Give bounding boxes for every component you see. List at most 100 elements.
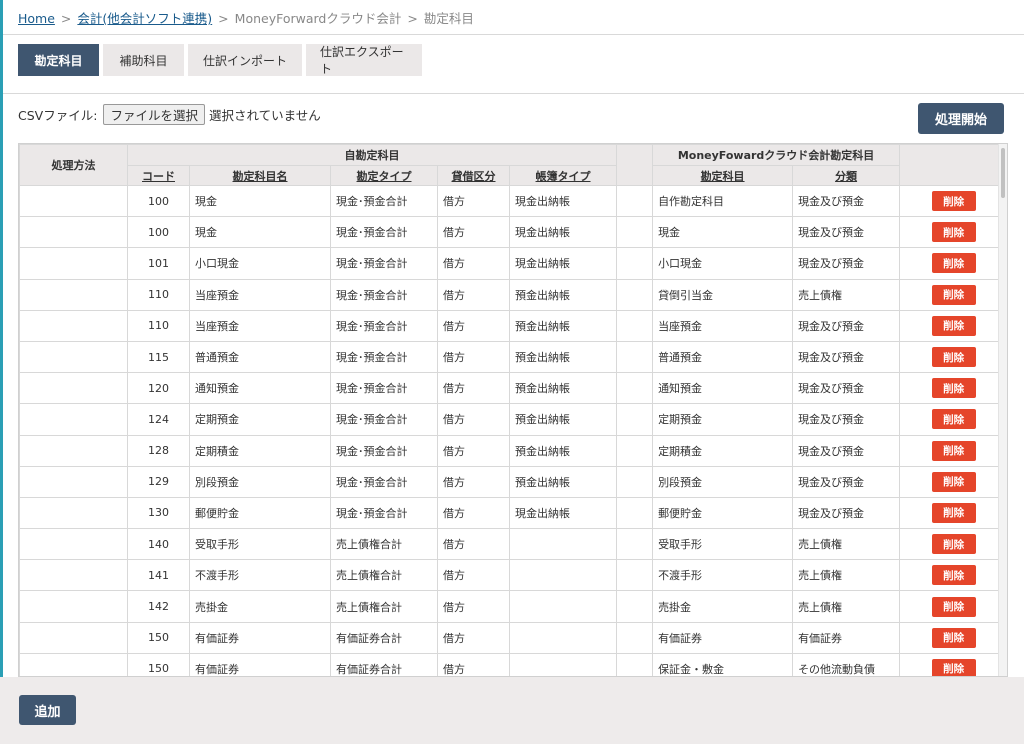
cell-book-type: 現金出納帳: [508, 496, 618, 530]
cell-actions: 削除: [899, 309, 1007, 342]
cell-debit-credit: 借方: [437, 184, 510, 218]
cell-account-name: 郵便貯金: [189, 496, 331, 530]
col-header-method: 処理方法: [19, 144, 128, 186]
cell-book-type: [508, 528, 618, 561]
cell-spacer: [616, 621, 654, 654]
cell-mf-account: 当座預金: [652, 309, 794, 342]
cell-mf-class: 有価証券: [792, 621, 901, 654]
delete-button[interactable]: 削除: [931, 222, 976, 243]
breadcrumb-accounting-link[interactable]: 会計(他会計ソフト連携): [77, 11, 212, 26]
cell-debit-credit: 借方: [437, 372, 510, 405]
cell-debit-credit: 借方: [437, 340, 510, 374]
cell-code: 128: [127, 434, 190, 467]
col-header-spacer: [616, 144, 654, 186]
delete-button[interactable]: 削除: [931, 596, 976, 617]
col-header-account-type[interactable]: 勘定タイプ: [330, 165, 438, 186]
cell-debit-credit: 借方: [437, 652, 510, 676]
cell-mf-account: 別段預金: [652, 465, 794, 498]
cell-mf-class: 売上債権: [792, 590, 901, 623]
cell-debit-credit: 借方: [437, 309, 510, 342]
delete-button[interactable]: 削除: [931, 191, 976, 212]
delete-button[interactable]: 削除: [931, 471, 976, 492]
cell-book-type: 預金出納帳: [508, 340, 618, 374]
cell-code: 141: [127, 559, 190, 592]
cell-code: 140: [127, 528, 190, 561]
delete-button[interactable]: 削除: [931, 347, 976, 368]
table-row: 100 現金 現金･預金合計 借方 現金出納帳 現金 現金及び預金 削除: [19, 216, 1007, 249]
cell-mf-class: 現金及び預金: [792, 434, 901, 467]
col-header-book-type[interactable]: 帳簿タイプ: [508, 165, 618, 186]
tab-accounts[interactable]: 勘定科目: [18, 44, 99, 76]
table-row: 141 不渡手形 売上債権合計 借方 不渡手形 売上債権 削除: [19, 559, 1007, 592]
cell-code: 100: [127, 216, 190, 249]
cell-mf-class: 現金及び預金: [792, 184, 901, 218]
cell-debit-credit: 借方: [437, 216, 510, 249]
delete-button[interactable]: 削除: [931, 440, 976, 461]
cell-mf-class: 現金及び預金: [792, 340, 901, 374]
cell-method: [19, 184, 128, 218]
cell-account-name: 別段預金: [189, 465, 331, 498]
cell-debit-credit: 借方: [437, 247, 510, 280]
csv-file-label: CSVファイル:: [18, 108, 98, 123]
cell-mf-account: 通知預金: [652, 372, 794, 405]
table-scrollbar[interactable]: [998, 144, 1007, 676]
delete-button[interactable]: 削除: [931, 315, 976, 336]
cell-spacer: [616, 184, 654, 218]
table-row: 128 定期積金 現金･預金合計 借方 預金出納帳 定期積金 現金及び預金 削除: [19, 434, 1007, 467]
delete-button[interactable]: 削除: [931, 502, 976, 523]
cell-code: 100: [127, 184, 190, 218]
delete-button[interactable]: 削除: [931, 658, 976, 676]
cell-mf-account: 定期預金: [652, 403, 794, 436]
cell-method: [19, 621, 128, 654]
breadcrumb-separator: >: [60, 11, 72, 26]
table-row: 115 普通預金 現金･預金合計 借方 預金出納帳 普通預金 現金及び預金 削除: [19, 340, 1007, 374]
col-header-mf-class: 分類: [792, 165, 901, 186]
breadcrumb: Home > 会計(他会計ソフト連携) > MoneyForwardクラウド会計 > 勘定科…: [18, 8, 474, 27]
tab-journal-export[interactable]: 仕訳エクスポート: [306, 44, 422, 76]
start-process-button[interactable]: 処理開始: [918, 103, 1004, 134]
choose-file-button[interactable]: ファイルを選択: [103, 104, 205, 125]
cell-book-type: 預金出納帳: [508, 278, 618, 311]
table-row: 120 通知預金 現金･預金合計 借方 預金出納帳 通知預金 現金及び預金 削除: [19, 372, 1007, 405]
col-header-actions: [899, 144, 1007, 186]
tab-sub-accounts[interactable]: 補助科目: [103, 44, 184, 76]
delete-button[interactable]: 削除: [931, 409, 976, 430]
scrollbar-thumb[interactable]: [1001, 148, 1005, 198]
breadcrumb-current: 勘定科目: [423, 11, 474, 26]
delete-button[interactable]: 削除: [931, 534, 976, 555]
cell-book-type: 預金出納帳: [508, 372, 618, 405]
cell-method: [19, 434, 128, 467]
cell-mf-account: 定期積金: [652, 434, 794, 467]
delete-button[interactable]: 削除: [931, 378, 976, 399]
cell-method: [19, 216, 128, 249]
cell-method: [19, 496, 128, 530]
cell-method: [19, 528, 128, 561]
cell-account-type: 現金･預金合計: [330, 184, 438, 218]
cell-actions: 削除: [899, 340, 1007, 374]
add-button[interactable]: 追加: [19, 695, 76, 725]
delete-button[interactable]: 削除: [931, 565, 976, 586]
cell-account-name: 定期積金: [189, 434, 331, 467]
tabs-divider: [3, 93, 1024, 94]
col-header-debit-credit[interactable]: 貸借区分: [437, 165, 510, 186]
cell-spacer: [616, 528, 654, 561]
cell-spacer: [616, 465, 654, 498]
delete-button[interactable]: 削除: [931, 284, 976, 305]
cell-mf-class: 現金及び預金: [792, 496, 901, 530]
breadcrumb-moneyforward: MoneyForwardクラウド会計: [234, 11, 402, 26]
cell-book-type: 預金出納帳: [508, 465, 618, 498]
delete-button[interactable]: 削除: [931, 627, 976, 648]
cell-actions: 削除: [899, 590, 1007, 623]
breadcrumb-home-link[interactable]: Home: [18, 11, 55, 26]
col-header-account-name[interactable]: 勘定科目名: [189, 165, 331, 186]
tab-journal-import[interactable]: 仕訳インポート: [188, 44, 302, 76]
cell-debit-credit: 借方: [437, 590, 510, 623]
delete-button[interactable]: 削除: [931, 253, 976, 274]
cell-mf-account: 普通預金: [652, 340, 794, 374]
table-row: 140 受取手形 売上債権合計 借方 受取手形 売上債権 削除: [19, 528, 1007, 561]
col-header-code[interactable]: コード: [127, 165, 190, 186]
table-row: 100 現金 現金･預金合計 借方 現金出納帳 自作勘定科目 現金及び預金 削除: [19, 184, 1007, 218]
cell-book-type: 現金出納帳: [508, 216, 618, 249]
cell-actions: 削除: [899, 278, 1007, 311]
table-row: 110 当座預金 現金･預金合計 借方 預金出納帳 当座預金 現金及び預金 削除: [19, 309, 1007, 342]
